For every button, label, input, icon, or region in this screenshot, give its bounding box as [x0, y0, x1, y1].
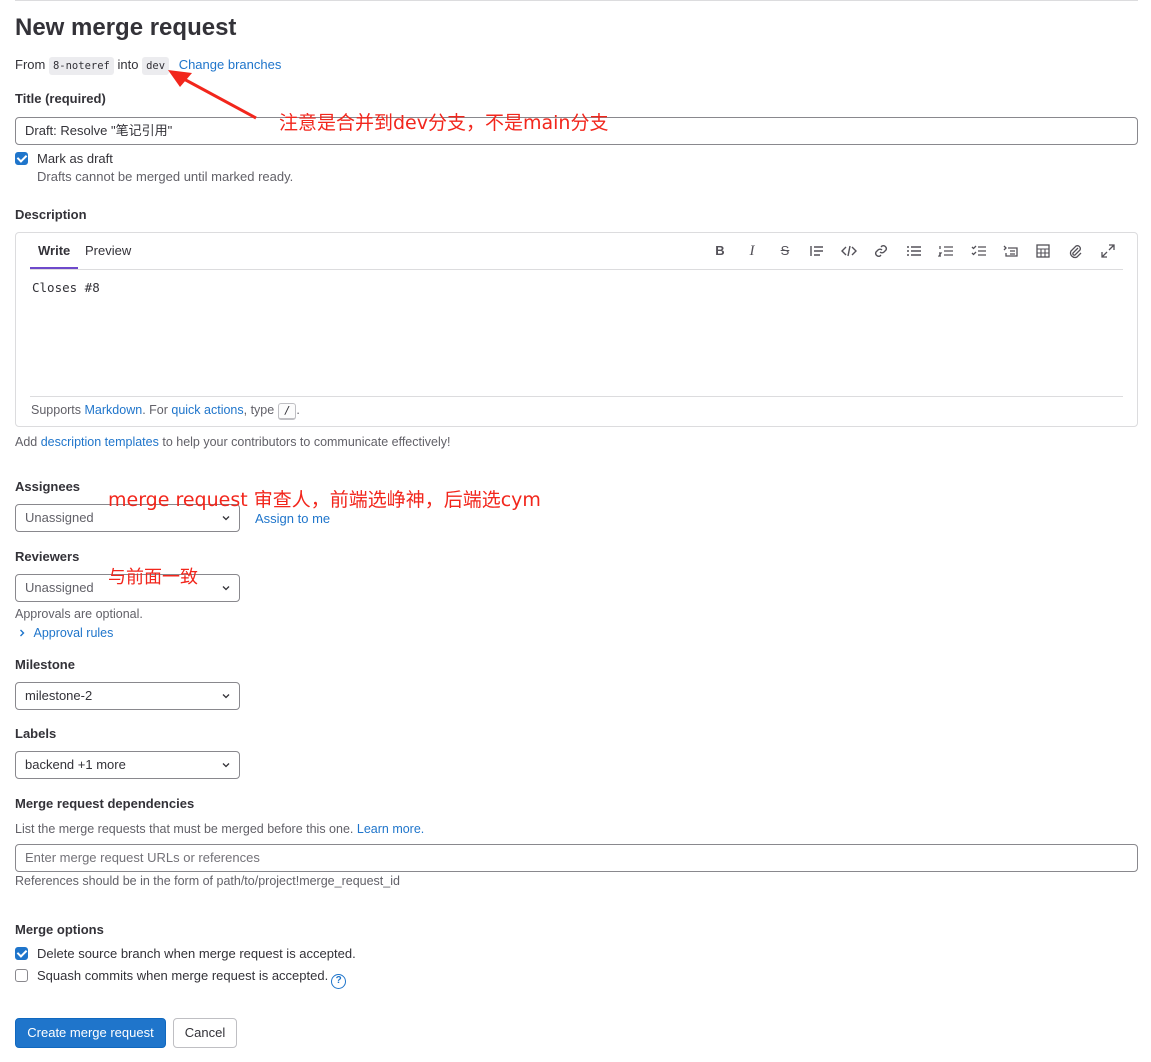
editor-footer: Supports Markdown. For quick actions, ty…: [31, 403, 300, 420]
chevron-down-icon: [222, 516, 230, 521]
reviewers-value: Unassigned: [25, 580, 94, 595]
tab-preview[interactable]: Preview: [85, 243, 131, 258]
markdown-link[interactable]: Markdown: [85, 403, 143, 417]
tabs-divider: [30, 269, 1123, 270]
chevron-down-icon: [222, 763, 230, 768]
delete-source-branch-checkbox[interactable]: [15, 947, 28, 960]
delete-source-branch-label: Delete source branch when merge request …: [37, 946, 356, 961]
footer-end-text: .: [296, 403, 300, 417]
merge-options-label: Merge options: [15, 922, 104, 937]
milestone-dropdown[interactable]: milestone-2: [15, 682, 240, 710]
chevron-down-icon: [222, 694, 230, 699]
labels-label: Labels: [15, 726, 57, 741]
bullet-list-icon[interactable]: [905, 242, 923, 260]
assign-to-me-link[interactable]: Assign to me: [255, 511, 330, 526]
dependencies-label: Merge request dependencies: [15, 796, 195, 811]
into-text: into: [117, 57, 139, 72]
quick-actions-link[interactable]: quick actions: [171, 403, 243, 417]
description-label: Description: [15, 207, 87, 222]
annotation-arrow: [168, 70, 257, 120]
numbered-list-icon[interactable]: [937, 242, 955, 260]
assignees-value: Unassigned: [25, 510, 94, 525]
templates-hint-prefix: Add: [15, 435, 38, 449]
slash-key: /: [277, 403, 297, 420]
active-tab-indicator: [30, 267, 78, 269]
table-icon[interactable]: [1034, 242, 1052, 260]
link-icon[interactable]: [872, 242, 890, 260]
reviewers-label: Reviewers: [15, 549, 80, 564]
same-annotation: 与前面一致: [108, 567, 198, 588]
attach-icon[interactable]: [1066, 242, 1084, 260]
cancel-button[interactable]: Cancel: [173, 1018, 237, 1048]
learn-more-link[interactable]: Learn more.: [357, 822, 424, 836]
labels-value: backend +1 more: [25, 757, 126, 772]
templates-hint-suffix: to help your contributors to communicate…: [162, 435, 451, 449]
branch-annotation: 注意是合并到dev分支，不是main分支: [279, 112, 609, 134]
page-title: New merge request: [15, 14, 237, 41]
reviewer-annotation: merge request 审查人，前端选峥神，后端选cym: [108, 489, 541, 511]
source-branch: 8-noteref: [48, 57, 114, 75]
tab-write[interactable]: Write: [38, 243, 70, 258]
approval-rules-link[interactable]: Approval rules: [33, 626, 113, 640]
templates-hint: Add description templates to help your c…: [15, 435, 450, 449]
approvals-optional-text: Approvals are optional.: [15, 607, 143, 621]
from-text: From: [15, 57, 46, 72]
code-icon[interactable]: [840, 242, 858, 260]
fullscreen-icon[interactable]: [1099, 242, 1117, 260]
assignees-label: Assignees: [15, 479, 81, 494]
top-divider: [15, 0, 1138, 1]
collapsible-icon[interactable]: [1002, 242, 1020, 260]
milestone-label: Milestone: [15, 657, 75, 672]
reference-hint: References should be in the form of path…: [15, 874, 400, 888]
task-list-icon[interactable]: [970, 242, 988, 260]
question-icon[interactable]: ?: [331, 974, 347, 989]
squash-commits-row: Squash commits when merge request is acc…: [37, 968, 347, 989]
description-textarea[interactable]: Closes #8: [32, 280, 100, 295]
editor-footer-divider: [30, 396, 1123, 397]
italic-icon[interactable]: I: [743, 242, 761, 260]
description-templates-link[interactable]: description templates: [41, 435, 159, 449]
approval-rules-toggle[interactable]: Approval rules: [17, 626, 113, 640]
create-merge-request-button[interactable]: Create merge request: [15, 1018, 166, 1048]
mark-as-draft-label: Mark as draft: [37, 151, 113, 166]
quote-icon[interactable]: [808, 242, 826, 260]
dependencies-help: List the merge requests that must be mer…: [15, 822, 424, 836]
description-editor: Write Preview B I S Closes #8 Supports M…: [15, 232, 1138, 427]
strikethrough-icon[interactable]: S: [776, 242, 794, 260]
bold-icon[interactable]: B: [711, 242, 729, 260]
chevron-right-icon: [20, 629, 25, 637]
squash-commits-label: Squash commits when merge request is acc…: [37, 968, 329, 983]
mark-as-draft-checkbox[interactable]: [15, 152, 28, 165]
footer-type-text: , type: [243, 403, 275, 417]
chevron-down-icon: [222, 586, 230, 591]
labels-dropdown[interactable]: backend +1 more: [15, 751, 240, 779]
footer-supports-text: Supports: [31, 403, 82, 417]
squash-commits-checkbox[interactable]: [15, 969, 28, 982]
dependencies-help-text: List the merge requests that must be mer…: [15, 822, 354, 836]
draft-help-text: Drafts cannot be merged until marked rea…: [37, 169, 294, 184]
footer-middle-text: . For: [142, 403, 168, 417]
title-label: Title (required): [15, 91, 106, 106]
dependencies-input[interactable]: Enter merge request URLs or references: [15, 844, 1138, 872]
milestone-value: milestone-2: [25, 688, 93, 703]
